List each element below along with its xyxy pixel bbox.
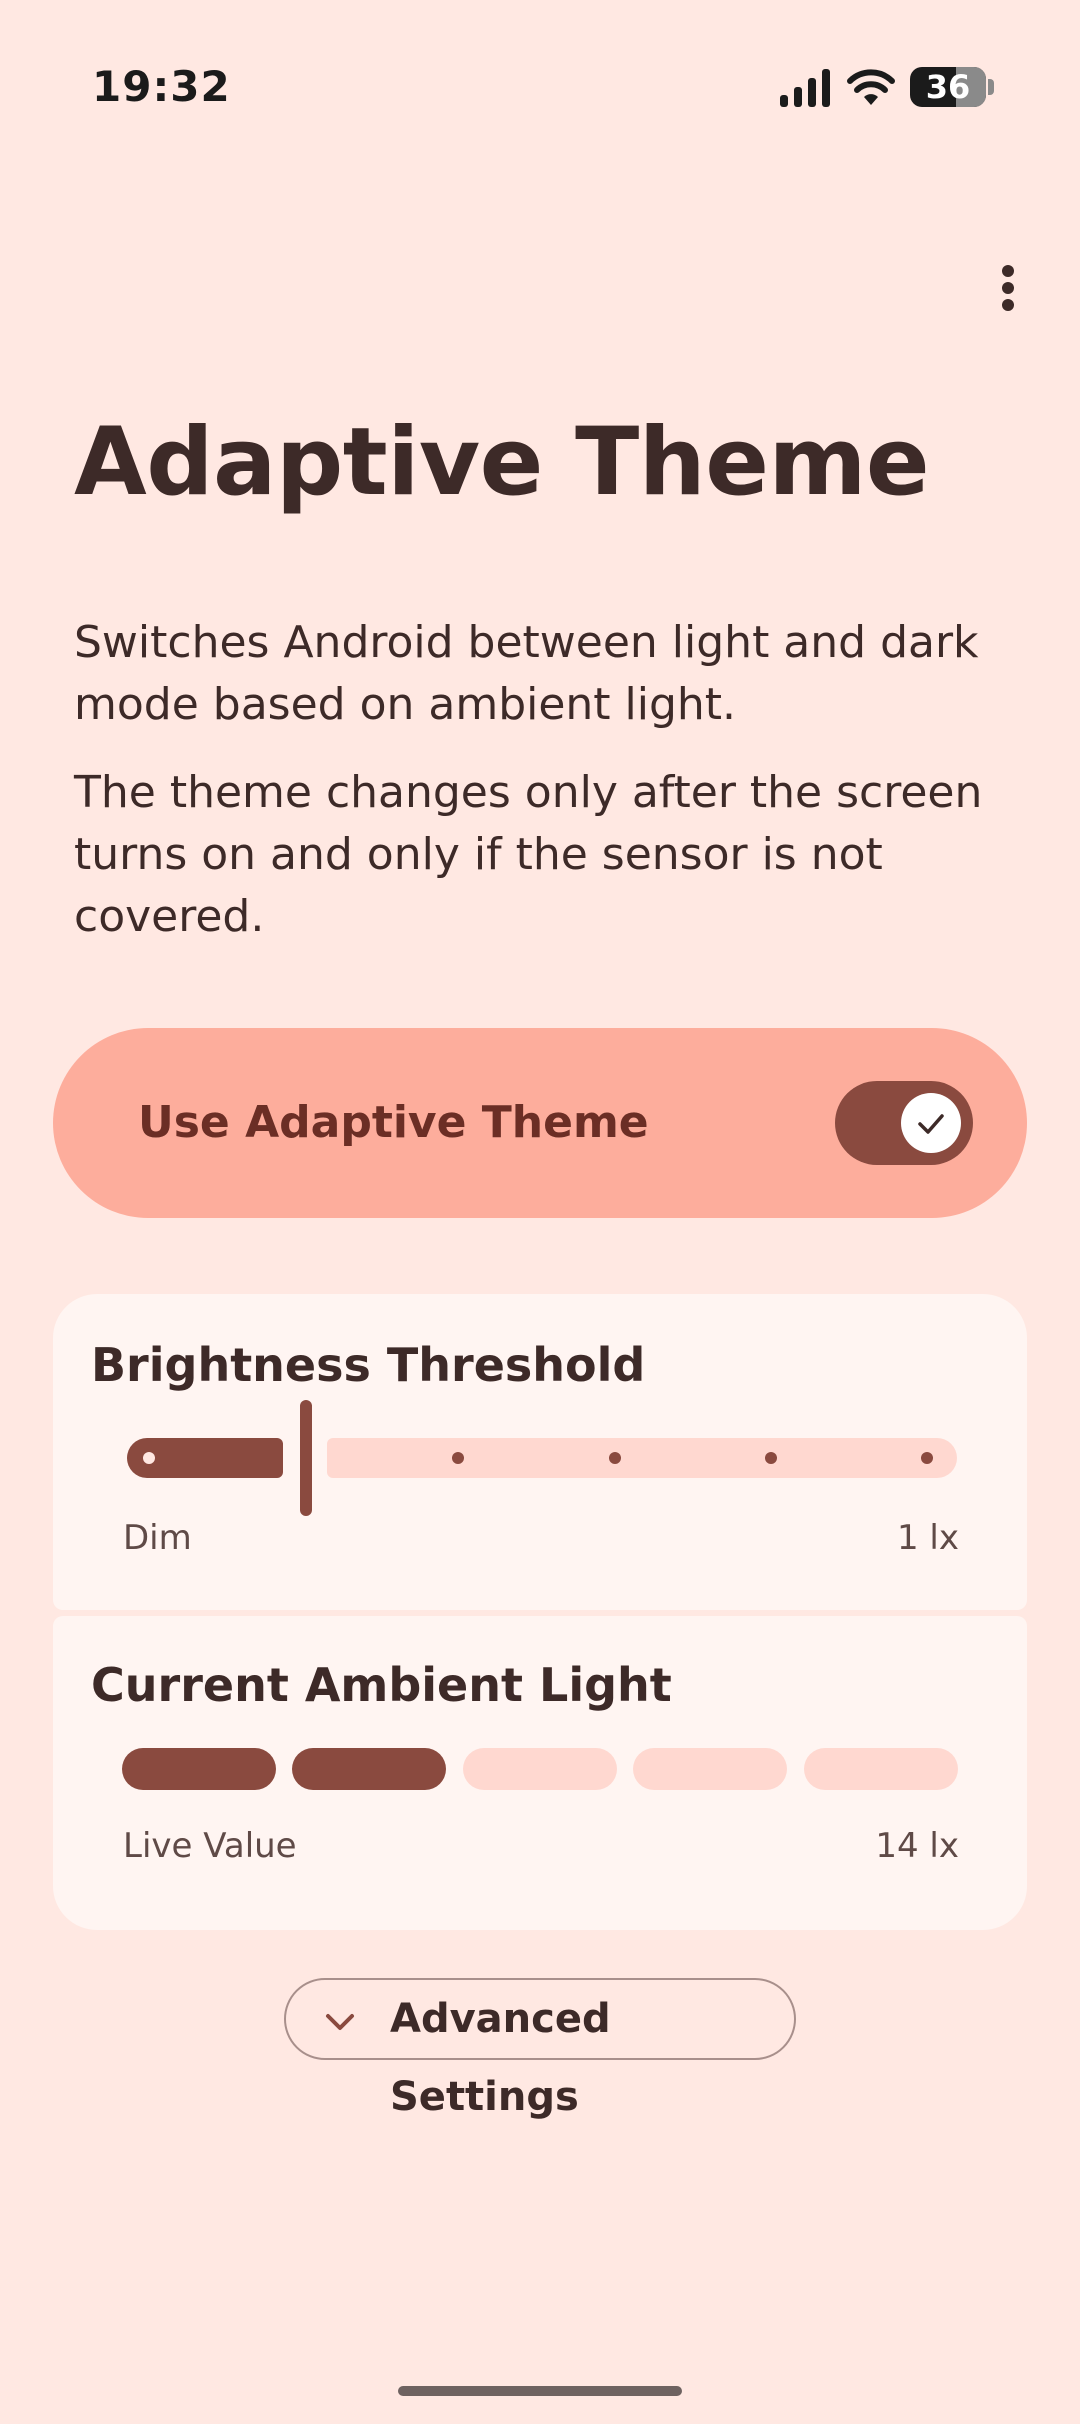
- status-bar: 19:32 36: [0, 0, 1080, 175]
- signal-icon: [780, 69, 830, 107]
- slider-tick: [452, 1452, 464, 1464]
- slider-tick: [609, 1452, 621, 1464]
- battery-level: 36: [925, 68, 971, 106]
- battery-tip: [988, 79, 994, 95]
- check-icon: [918, 1114, 944, 1134]
- more-vert-icon: [1002, 265, 1014, 311]
- status-time: 19:32: [92, 62, 231, 111]
- ambient-level-segment-empty: [463, 1748, 617, 1790]
- ambient-level-segment-filled: [122, 1748, 276, 1790]
- use-adaptive-theme-switch[interactable]: Use Adaptive Theme: [53, 1028, 1027, 1218]
- toggle-thumb: [901, 1093, 961, 1153]
- slider-inactive-track[interactable]: [327, 1438, 957, 1478]
- main-switch-label: Use Adaptive Theme: [138, 1097, 649, 1148]
- brightness-value-label: 1 lx: [896, 1518, 959, 1558]
- description-secondary: The theme changes only after the screen …: [74, 767, 983, 942]
- advanced-settings-label: Advanced Settings: [390, 1996, 611, 2120]
- slider-handle[interactable]: [300, 1400, 312, 1516]
- battery-icon: 36: [910, 67, 994, 107]
- adaptive-theme-toggle[interactable]: [835, 1081, 973, 1165]
- advanced-settings-button[interactable]: Advanced Settings: [284, 1978, 796, 2120]
- status-icons: 36: [780, 62, 994, 112]
- ambient-caption: Live Value: [123, 1826, 297, 1866]
- more-options-button[interactable]: [970, 250, 1046, 326]
- slider-tick: [765, 1452, 777, 1464]
- description-primary: Switches Android between light and dark …: [74, 617, 979, 730]
- brightness-min-label: Dim: [123, 1518, 192, 1558]
- slider-start-tick: [143, 1452, 155, 1464]
- wifi-icon: [847, 69, 895, 105]
- chevron-down-icon: [326, 2014, 354, 2030]
- brightness-threshold-card: Brightness Threshold Dim 1 lx: [53, 1294, 1027, 1610]
- brightness-threshold-title: Brightness Threshold: [91, 1338, 646, 1392]
- battery-body: 36: [910, 67, 986, 107]
- slider-tick: [921, 1452, 933, 1464]
- page-title: Adaptive Theme: [74, 408, 930, 517]
- ambient-light-card: Current Ambient Light Live Value 14 lx: [53, 1616, 1027, 1930]
- home-indicator[interactable]: [398, 2386, 682, 2396]
- ambient-level-segment-filled: [292, 1748, 446, 1790]
- ambient-level-segment-empty: [804, 1748, 958, 1790]
- ambient-value-label: 14 lx: [875, 1826, 959, 1866]
- slider-active-track[interactable]: [127, 1438, 283, 1478]
- screen: 19:32 36 Adaptive Theme Switches Android…: [0, 0, 1080, 2424]
- ambient-level-segment-empty: [633, 1748, 787, 1790]
- ambient-light-title: Current Ambient Light: [91, 1658, 672, 1712]
